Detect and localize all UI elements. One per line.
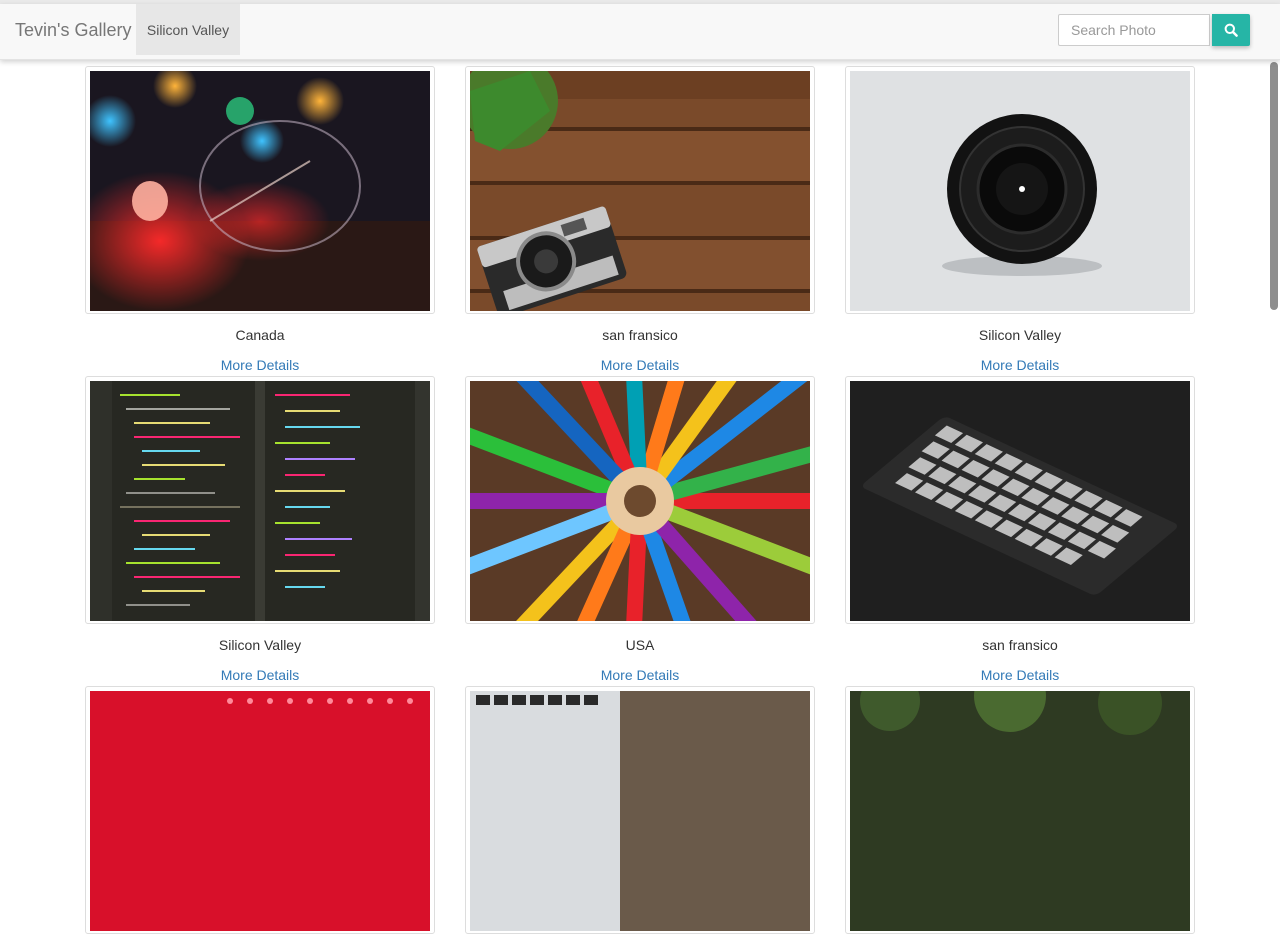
photo-caption: Silicon Valley [978, 327, 1062, 343]
keyboard-photo [850, 381, 1190, 621]
laptop-photo [470, 691, 810, 931]
forest-photo [850, 691, 1190, 931]
photo-card[interactable] [85, 686, 435, 934]
more-details-link[interactable]: More Details [845, 357, 1195, 373]
nav-item-active[interactable]: Silicon Valley [136, 4, 240, 55]
more-details-link[interactable]: More Details [465, 357, 815, 373]
light-bulb-photo [90, 71, 430, 311]
photo-caption: USA [625, 637, 655, 653]
photo-card[interactable] [845, 66, 1195, 314]
photo-caption: Canada [235, 327, 285, 343]
photo-caption: san fransico [602, 327, 678, 343]
search-button[interactable] [1212, 14, 1250, 46]
search-icon [1224, 23, 1238, 37]
photo-card[interactable] [845, 376, 1195, 624]
more-details-link[interactable]: More Details [845, 667, 1195, 683]
photo-card[interactable] [85, 376, 435, 624]
more-details-link[interactable]: More Details [465, 667, 815, 683]
code-editor-photo [90, 381, 430, 621]
colored-pencils-photo [470, 381, 810, 621]
camera-lens-photo [850, 71, 1190, 311]
more-details-link[interactable]: More Details [85, 667, 435, 683]
photo-card[interactable] [85, 66, 435, 314]
photo-caption: Silicon Valley [218, 637, 302, 653]
brand-title[interactable]: Tevin's Gallery [15, 20, 131, 41]
photo-card[interactable] [465, 376, 815, 624]
photo-card[interactable] [845, 686, 1195, 934]
camera-on-wood-photo [470, 71, 810, 311]
navbar: Tevin's Gallery Silicon Valley [0, 4, 1280, 60]
search-input[interactable] [1058, 14, 1210, 46]
photo-caption: san fransico [982, 637, 1058, 653]
photo-card[interactable] [465, 66, 815, 314]
photo-card[interactable] [465, 686, 815, 934]
scrollbar[interactable] [1270, 62, 1278, 310]
more-details-link[interactable]: More Details [85, 357, 435, 373]
red-lights-photo [90, 691, 430, 931]
